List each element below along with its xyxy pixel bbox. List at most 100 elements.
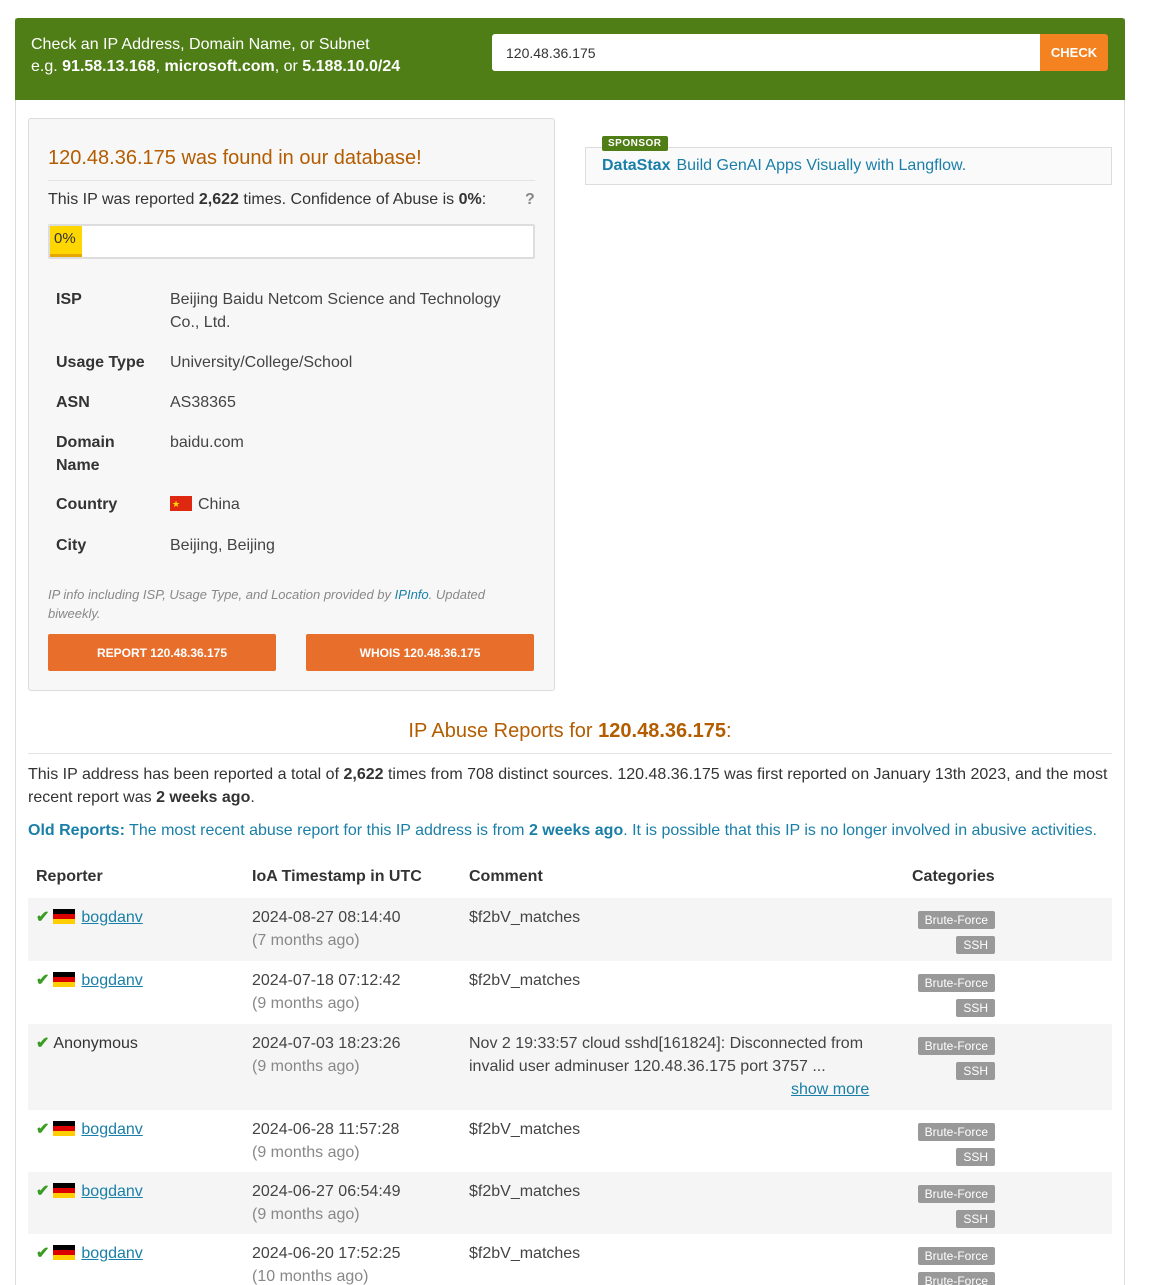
timestamp: 2024-07-03 18:23:26 (252, 1035, 401, 1052)
comment-cell: $f2bV_matches (469, 1245, 581, 1262)
timestamp-ago: (9 months ago) (252, 1206, 360, 1223)
show-more-link[interactable]: show more (791, 1078, 869, 1101)
category-badge[interactable]: Brute-Force (917, 911, 995, 929)
search-examples: e.g. 91.58.13.168, microsoft.com, or 5.1… (31, 56, 400, 78)
reports-title-prefix: IP Abuse Reports for (408, 720, 593, 742)
ip-info-panel: 120.48.36.175 was found in our database!… (28, 118, 555, 691)
info-value: baidu.com (170, 434, 244, 451)
timestamp-cell: 2024-07-03 18:23:26 (9 months ago) (252, 1032, 401, 1078)
germany-flag-icon (53, 1183, 76, 1198)
help-icon[interactable]: ? (525, 191, 535, 209)
note-prefix: IP info including ISP, Usage Type, and L… (48, 587, 392, 602)
category-badge[interactable]: Brute-Force (917, 1037, 995, 1055)
comment-cell: $f2bV_matches (469, 972, 581, 989)
category-badge[interactable]: SSH (956, 1210, 995, 1228)
info-label: Usage Type (56, 354, 145, 371)
found-heading: 120.48.36.175 was found in our database! (48, 147, 422, 170)
reporter-link[interactable]: bogdanv (81, 1121, 142, 1138)
category-badge[interactable]: Brute-Force (917, 974, 995, 992)
comment-cell: Nov 2 19:33:57 cloud sshd[161824]: Disco… (469, 1032, 879, 1098)
ipinfo-note: IP info including ISP, Usage Type, and L… (48, 585, 518, 623)
timestamp: 2024-07-18 07:12:42 (252, 972, 401, 989)
category-badge[interactable]: Brute-Force (917, 1247, 995, 1265)
col-reporter: Reporter (36, 868, 103, 885)
comment-text: Nov 2 19:33:57 cloud sshd[161824]: Disco… (469, 1035, 864, 1075)
reporter-name: Anonymous (53, 1035, 138, 1052)
table-row: ✔ bogdanv 2024-08-27 08:14:40 (7 months ag… (28, 898, 1112, 961)
category-badge[interactable]: SSH (956, 936, 995, 954)
reporter-cell: ✔ bogdanv (36, 1180, 143, 1203)
check-button[interactable]: CHECK (1040, 34, 1108, 71)
ipinfo-link[interactable]: IPInfo (395, 587, 429, 602)
summary-end: . (250, 789, 255, 806)
reporter-link[interactable]: bogdanv (81, 1183, 142, 1200)
summary-count: 2,622 (343, 766, 384, 783)
germany-flag-icon (53, 909, 76, 924)
example-domain: microsoft.com (164, 58, 275, 75)
categories-cell: Brute-Force SSH (908, 1182, 995, 1232)
ip-search-input[interactable] (492, 34, 1040, 71)
timestamp: 2024-06-27 06:54:49 (252, 1183, 401, 1200)
category-badge[interactable]: SSH (956, 999, 995, 1017)
reporter-link[interactable]: bogdanv (81, 972, 142, 989)
sep-1: , (155, 58, 161, 75)
verified-check-icon: ✔ (36, 1035, 50, 1052)
comment-cell: $f2bV_matches (469, 1121, 581, 1138)
search-bar: Check an IP Address, Domain Name, or Sub… (15, 18, 1125, 100)
divider (28, 753, 1112, 754)
china-flag-icon (170, 493, 192, 516)
sponsor-text[interactable]: DataStax Build GenAI Apps Visually with L… (602, 157, 966, 175)
summary-text: This IP address has been reported a tota… (28, 766, 340, 783)
reported-count: 2,622 (198, 191, 239, 208)
reported-mid: times. Confidence of Abuse is (243, 191, 455, 208)
reporter-link[interactable]: bogdanv (81, 909, 142, 926)
category-badge[interactable]: SSH (956, 1062, 995, 1080)
category-badge[interactable]: Brute-Force (917, 1123, 995, 1141)
germany-flag-icon (53, 1121, 76, 1136)
found-ip: 120.48.36.175 (48, 147, 176, 169)
comment-cell: $f2bV_matches (469, 1183, 581, 1200)
old-reports-recent: 2 weeks ago (528, 822, 624, 839)
verified-check-icon: ✔ (36, 909, 50, 926)
table-row: ✔ bogdanv 2024-06-27 06:54:49 (9 months ag… (28, 1172, 1112, 1234)
info-value: University/College/School (170, 354, 353, 371)
table-row: ✔ Anonymous 2024-07-03 18:23:26 (9 months … (28, 1024, 1112, 1110)
verified-check-icon: ✔ (36, 972, 50, 989)
report-ip-button[interactable]: REPORT 120.48.36.175 (48, 634, 276, 671)
reporter-link[interactable]: bogdanv (81, 1245, 142, 1262)
verified-check-icon: ✔ (36, 1245, 50, 1262)
info-value: Beijing Baidu Netcom Science and Technol… (170, 291, 501, 331)
sponsor-message[interactable]: Build GenAI Apps Visually with Langflow. (676, 157, 966, 174)
category-badge[interactable]: Brute-Force (917, 1272, 995, 1285)
info-value: China (170, 493, 520, 516)
category-badge[interactable]: SSH (956, 1148, 995, 1166)
category-badge[interactable]: Brute-Force (917, 1185, 995, 1203)
search-lead-title: Check an IP Address, Domain Name, or Sub… (31, 36, 370, 53)
sponsor-brand[interactable]: DataStax (602, 157, 670, 174)
confidence-bar-fill: 0% (50, 226, 82, 257)
reports-title: IP Abuse Reports for 120.48.36.175: (28, 720, 1112, 743)
sep-2: , or (274, 58, 298, 75)
col-timestamp: IoA Timestamp in UTC (252, 868, 422, 885)
categories-cell: Brute-Force SSH (908, 1034, 995, 1084)
old-reports-text: . It is possible that this IP is no long… (623, 822, 1097, 839)
timestamp-cell: 2024-06-28 11:57:28 (9 months ago) (252, 1118, 399, 1164)
whois-ip-button[interactable]: WHOIS 120.48.36.175 (306, 634, 534, 671)
old-reports-notice: Old Reports: The most recent abuse repor… (28, 819, 1112, 842)
timestamp-cell: 2024-06-20 17:52:25 (10 months ago) (252, 1242, 401, 1285)
verified-check-icon: ✔ (36, 1121, 50, 1138)
old-reports-text: The most recent abuse report for this IP… (129, 822, 525, 839)
timestamp: 2024-08-27 08:14:40 (252, 909, 401, 926)
found-text: was found in our database! (181, 147, 422, 169)
sponsor-box[interactable]: DataStax Build GenAI Apps Visually with L… (585, 147, 1112, 185)
summary-recent: 2 weeks ago (156, 789, 251, 806)
example-ip: 91.58.13.168 (62, 58, 156, 75)
timestamp: 2024-06-28 11:57:28 (252, 1121, 400, 1138)
comment-cell: $f2bV_matches (469, 909, 581, 926)
eg-label: e.g. (31, 58, 58, 75)
germany-flag-icon (53, 972, 76, 987)
reports-title-suffix: : (726, 720, 732, 742)
reporter-cell: ✔ Anonymous (36, 1032, 138, 1055)
table-row: ✔ bogdanv 2024-07-18 07:12:42 (9 months ag… (28, 961, 1112, 1024)
timestamp-ago: (9 months ago) (252, 995, 360, 1012)
